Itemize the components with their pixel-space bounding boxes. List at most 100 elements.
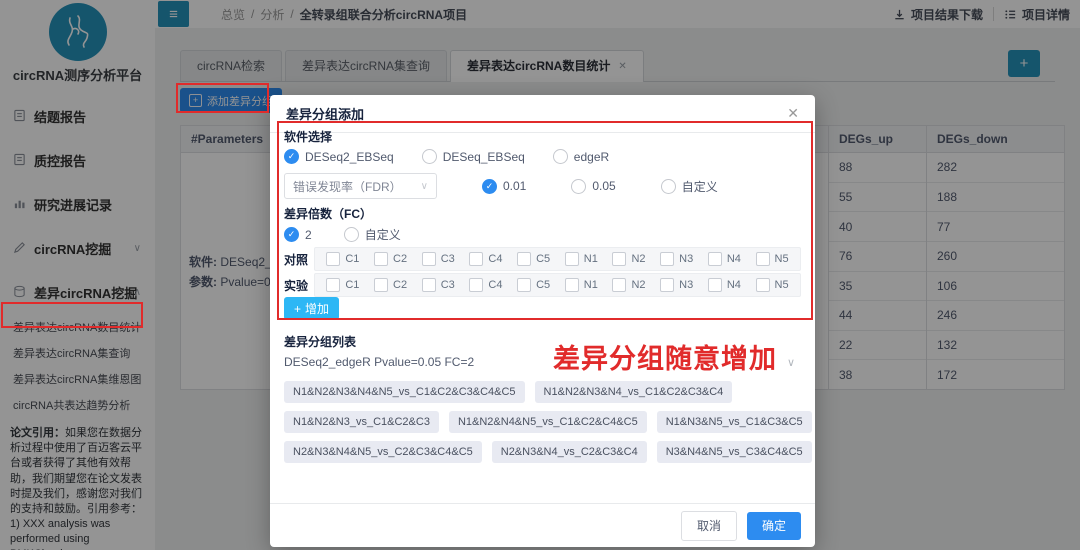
checkbox[interactable] [612, 278, 626, 292]
group-tag[interactable]: N2&N3&N4&N5_vs_C2&C3&C4&C5 [284, 441, 482, 463]
checkbox-exp-n2[interactable]: N2 [612, 278, 645, 292]
close-icon[interactable]: ✕ [787, 105, 799, 122]
radio-checked-icon: ✓ [482, 179, 497, 194]
radio-checked-icon: ✓ [284, 149, 299, 164]
modal-header: 差异分组添加 ✕ [270, 95, 815, 133]
radio-fc-custom[interactable]: 自定义 [344, 226, 401, 243]
group-tag[interactable]: N1&N3&N5_vs_C1&C3&C5 [657, 411, 812, 433]
checkbox[interactable] [469, 278, 483, 292]
checkbox-control-c3[interactable]: C3 [422, 252, 455, 266]
checkbox[interactable] [469, 252, 483, 266]
radio-unchecked-icon [344, 227, 359, 242]
radio-label: edgeR [574, 150, 609, 164]
checkbox[interactable] [756, 278, 770, 292]
radio-deseq-ebseq[interactable]: DESeq_EBSeq [422, 149, 525, 164]
checkbox[interactable] [660, 278, 674, 292]
plus-icon: + [294, 302, 301, 316]
checkbox-exp-c2[interactable]: C2 [374, 278, 407, 292]
checkbox[interactable] [374, 252, 388, 266]
checkbox-exp-c5[interactable]: C5 [517, 278, 550, 292]
group-tag[interactable]: N1&N2&N3_vs_C1&C2&C3 [284, 411, 439, 433]
checkbox-control-n5[interactable]: N5 [756, 252, 789, 266]
radio-edger[interactable]: edgeR [553, 149, 609, 164]
app-root: circRNA测序分析平台 结题报告 质控报告 研究进展记录 [0, 0, 1080, 550]
control-sample-row: 对照 C1 C2 C3 C4 C5 N1 N2 N3 N4 N5 [284, 247, 801, 271]
software-select-label: 软件选择 [284, 128, 332, 145]
fdr-row: 错误发现率（FDR） ∨ ✓ 0.01 0.05 自定义 [284, 173, 801, 199]
software-radio-group: ✓ DESeq2_EBSeq DESeq_EBSeq edgeR [284, 149, 609, 164]
radio-checked-icon: ✓ [284, 227, 299, 242]
checkbox-exp-n1[interactable]: N1 [565, 278, 598, 292]
modal-footer: 取消 确定 [270, 503, 815, 547]
add-comparison-label: 增加 [305, 300, 329, 317]
radio-unchecked-icon [571, 179, 586, 194]
checkbox-exp-n4[interactable]: N4 [708, 278, 741, 292]
radio-fdr-001[interactable]: ✓ 0.01 [482, 179, 526, 194]
radio-label: 0.01 [503, 179, 526, 193]
checkbox[interactable] [565, 252, 579, 266]
radio-fdr-custom[interactable]: 自定义 [661, 178, 718, 195]
checkbox[interactable] [374, 278, 388, 292]
cancel-button[interactable]: 取消 [681, 511, 737, 541]
chevron-down-icon[interactable]: ∨ [787, 356, 795, 369]
radio-deseq2-ebseq[interactable]: ✓ DESeq2_EBSeq [284, 149, 394, 164]
checkbox[interactable] [517, 252, 531, 266]
group-tag[interactable]: N1&N2&N3&N4&N5_vs_C1&C2&C3&C4&C5 [284, 381, 525, 403]
add-group-modal: 差异分组添加 ✕ 软件选择 ✓ DESeq2_EBSeq DESeq_EBSeq… [270, 95, 815, 547]
checkbox-control-c2[interactable]: C2 [374, 252, 407, 266]
checkbox[interactable] [660, 252, 674, 266]
radio-label: 2 [305, 228, 312, 242]
radio-fc-2[interactable]: ✓ 2 [284, 227, 312, 242]
checkbox[interactable] [422, 252, 436, 266]
checkbox-exp-n5[interactable]: N5 [756, 278, 789, 292]
checkbox-control-n4[interactable]: N4 [708, 252, 741, 266]
checkbox-exp-c1[interactable]: C1 [326, 278, 359, 292]
fdr-type-select[interactable]: 错误发现率（FDR） ∨ [284, 173, 437, 199]
add-comparison-button[interactable]: + 增加 [284, 297, 339, 320]
checkbox[interactable] [422, 278, 436, 292]
radio-label: 自定义 [682, 178, 718, 195]
radio-unchecked-icon [553, 149, 568, 164]
checkbox[interactable] [326, 278, 340, 292]
checkbox[interactable] [756, 252, 770, 266]
fdr-select-value: 错误发现率（FDR） [293, 178, 402, 195]
modal-title: 差异分组添加 [286, 104, 364, 123]
current-group-value: DESeq2_edgeR Pvalue=0.05 FC=2 [284, 355, 474, 369]
checkbox-control-c1[interactable]: C1 [326, 252, 359, 266]
radio-unchecked-icon [661, 179, 676, 194]
experiment-sample-row: 实验 C1 C2 C3 C4 C5 N1 N2 N3 N4 N5 [284, 273, 801, 297]
experiment-label: 实验 [284, 277, 314, 294]
confirm-button[interactable]: 确定 [747, 512, 801, 540]
fc-radio-group: ✓ 2 自定义 [284, 226, 401, 243]
group-tag[interactable]: N1&N2&N4&N5_vs_C1&C2&C4&C5 [449, 411, 647, 433]
group-tag[interactable]: N2&N3&N4_vs_C2&C3&C4 [492, 441, 647, 463]
control-checkbox-strip: C1 C2 C3 C4 C5 N1 N2 N3 N4 N5 [314, 247, 801, 271]
checkbox[interactable] [708, 278, 722, 292]
checkbox[interactable] [326, 252, 340, 266]
radio-label: DESeq_EBSeq [443, 150, 525, 164]
radio-fdr-005[interactable]: 0.05 [571, 179, 615, 194]
radio-label: 0.05 [592, 179, 615, 193]
checkbox[interactable] [612, 252, 626, 266]
radio-unchecked-icon [422, 149, 437, 164]
checkbox[interactable] [517, 278, 531, 292]
fc-label: 差异倍数（FC） [284, 205, 372, 222]
group-list-label: 差异分组列表 [284, 333, 356, 350]
checkbox-control-c4[interactable]: C4 [469, 252, 502, 266]
checkbox[interactable] [708, 252, 722, 266]
group-tag-list: N1&N2&N3&N4&N5_vs_C1&C2&C3&C4&C5 N1&N2&N… [284, 381, 805, 471]
checkbox-control-c5[interactable]: C5 [517, 252, 550, 266]
checkbox-exp-c4[interactable]: C4 [469, 278, 502, 292]
checkbox-control-n2[interactable]: N2 [612, 252, 645, 266]
current-group-row[interactable]: DESeq2_edgeR Pvalue=0.05 FC=2 ∨ [284, 355, 795, 369]
checkbox-exp-c3[interactable]: C3 [422, 278, 455, 292]
checkbox-control-n3[interactable]: N3 [660, 252, 693, 266]
checkbox-exp-n3[interactable]: N3 [660, 278, 693, 292]
experiment-checkbox-strip: C1 C2 C3 C4 C5 N1 N2 N3 N4 N5 [314, 273, 801, 297]
checkbox-control-n1[interactable]: N1 [565, 252, 598, 266]
group-tag[interactable]: N1&N2&N3&N4_vs_C1&C2&C3&C4 [535, 381, 733, 403]
checkbox[interactable] [565, 278, 579, 292]
group-tag[interactable]: N3&N4&N5_vs_C3&C4&C5 [657, 441, 812, 463]
radio-label: DESeq2_EBSeq [305, 150, 394, 164]
radio-label: 自定义 [365, 226, 401, 243]
